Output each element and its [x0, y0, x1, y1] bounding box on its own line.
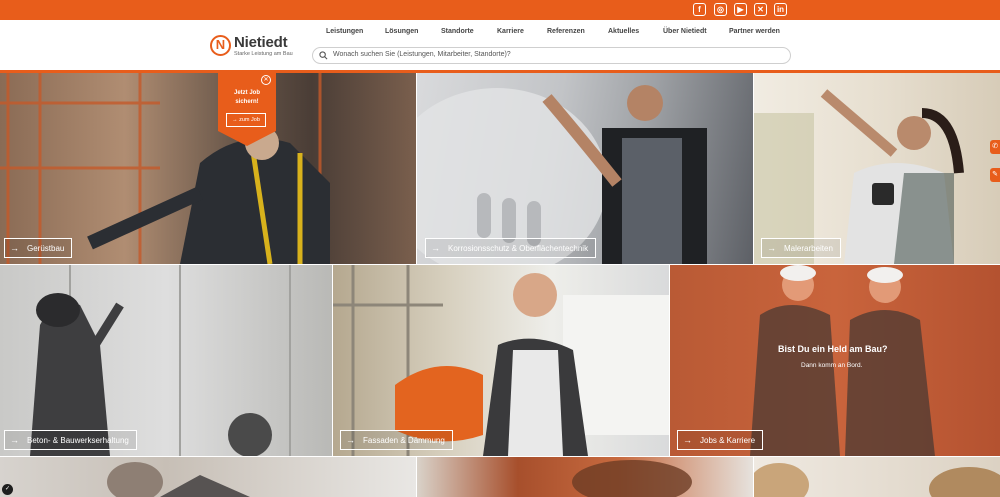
job-badge[interactable]: ✕ Jetzt Job sichern! → zum Job: [218, 73, 276, 146]
tile-row3-helmet[interactable]: [417, 457, 753, 497]
arrow-right-icon: →: [10, 435, 19, 445]
hero-headline: Bist Du ein Held am Bau?: [778, 344, 888, 354]
tile-label-beton[interactable]: → Beton- & Bauwerkserhaltung: [4, 430, 137, 450]
job-badge-button[interactable]: → zum Job: [226, 113, 266, 127]
sandblaster-graphic: [30, 265, 291, 456]
scaffold-graphic: [0, 73, 330, 264]
arrow-right-icon: →: [431, 243, 440, 253]
welder-graphic: [107, 462, 250, 497]
tile-label-korrosionsschutz[interactable]: → Korrosionsschutz & Oberflächentechnik: [425, 238, 597, 258]
nav-loesungen[interactable]: Lösungen: [385, 28, 418, 35]
arrow-right-icon: →: [683, 435, 692, 445]
tile-row3-welder[interactable]: ✓: [0, 457, 416, 497]
people-graphic: [754, 463, 1000, 497]
logo-name: Nietiedt: [234, 34, 288, 51]
nav-partner-werden[interactable]: Partner werden: [729, 28, 780, 35]
search-icon: [319, 51, 328, 60]
hero-subline: Dann komm an Bord.: [801, 362, 863, 369]
tile-label-malerarbeiten[interactable]: → Malerarbeiten: [761, 238, 841, 258]
search-input[interactable]: Wonach suchen Sie (Leistungen, Mitarbeit…: [312, 47, 791, 64]
nav-karriere[interactable]: Karriere: [497, 28, 524, 35]
job-badge-title: Jetzt Job sichern!: [233, 90, 260, 105]
arrow-right-icon: →: [10, 243, 19, 253]
tile-beton-bauwerkserhaltung[interactable]: → Beton- & Bauwerkserhaltung: [0, 265, 332, 456]
arrow-right-icon: →: [767, 243, 776, 253]
tile-label-geruestbau[interactable]: → Gerüstbau: [4, 238, 73, 258]
tile-label-fassaden[interactable]: → Fassaden & Dämmung: [340, 430, 453, 450]
facebook-icon[interactable]: f: [693, 3, 706, 16]
tile-jobs-karriere[interactable]: Bist Du ein Held am Bau? Dann komm an Bo…: [670, 265, 1000, 456]
logo[interactable]: N Nietiedt Starke Leistung am Bau: [210, 34, 300, 62]
top-bar: f ◎ ▶ ✕ in: [0, 0, 1000, 20]
tile-fassaden-daemmung[interactable]: → Fassaden & Dämmung: [333, 265, 669, 456]
tile-malerarbeiten[interactable]: → Malerarbeiten: [754, 73, 1000, 264]
close-icon[interactable]: ✕: [261, 75, 271, 85]
phone-icon[interactable]: ✆: [990, 140, 1000, 154]
logo-mark-icon: N: [210, 35, 231, 56]
nav-ueber-nietiedt[interactable]: Über Nietiedt: [663, 28, 707, 35]
linkedin-icon[interactable]: in: [774, 3, 787, 16]
tile-geruestbau[interactable]: → Gerüstbau: [0, 73, 416, 264]
tile-korrosionsschutz[interactable]: → Korrosionsschutz & Oberflächentechnik: [417, 73, 753, 264]
shield-icon[interactable]: ✓: [2, 484, 13, 495]
plasterer-graphic: [333, 265, 669, 456]
logo-tagline: Starke Leistung am Bau: [234, 51, 293, 57]
xing-icon[interactable]: ✕: [754, 3, 767, 16]
search-placeholder: Wonach suchen Sie (Leistungen, Mitarbeit…: [333, 51, 511, 58]
instagram-icon[interactable]: ◎: [714, 3, 727, 16]
nav-standorte[interactable]: Standorte: [441, 28, 474, 35]
workers-graphic: [750, 265, 935, 456]
painter-graphic: [754, 89, 964, 264]
arrow-right-icon: →: [346, 435, 355, 445]
nav-referenzen[interactable]: Referenzen: [547, 28, 585, 35]
worker-graphic: [417, 85, 707, 264]
nav-leistungen[interactable]: Leistungen: [326, 28, 363, 35]
nav-aktuelles[interactable]: Aktuelles: [608, 28, 639, 35]
helmet-graphic: [572, 460, 692, 497]
tile-label-jobs[interactable]: → Jobs & Karriere: [677, 430, 764, 450]
edit-icon[interactable]: ✎: [990, 168, 1000, 182]
youtube-icon[interactable]: ▶: [734, 3, 747, 16]
tile-row3-people[interactable]: [754, 457, 1000, 497]
